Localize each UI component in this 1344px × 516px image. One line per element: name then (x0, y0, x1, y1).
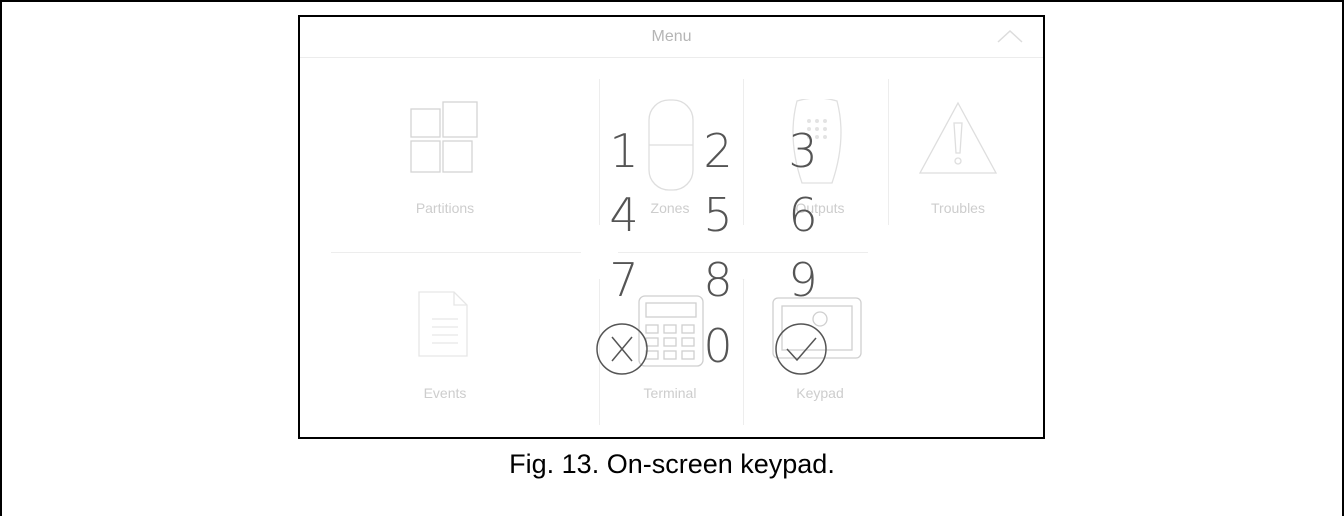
key-6[interactable]: 6 (783, 192, 823, 238)
chevron-up-icon[interactable] (995, 25, 1025, 49)
cancel-icon[interactable] (595, 322, 649, 376)
figure-caption: Fig. 13. On-screen keypad. (509, 449, 835, 479)
grid-divider (331, 252, 581, 253)
touchscreen-display: Menu Partitions Zones Outputs Troubles E… (298, 15, 1045, 439)
key-5[interactable]: 5 (698, 192, 738, 238)
tile-label-keypad: Keypad (796, 385, 844, 401)
events-icon (418, 291, 468, 357)
tile-label-terminal: Terminal (643, 385, 697, 401)
key-8[interactable]: 8 (698, 257, 738, 303)
key-2[interactable]: 2 (698, 128, 738, 174)
tile-label-troubles: Troubles (931, 200, 985, 216)
key-9[interactable]: 9 (783, 257, 823, 303)
tile-label-partitions: Partitions (415, 200, 475, 216)
troubles-icon (918, 101, 998, 174)
menu-title: Menu (651, 28, 692, 45)
key-4[interactable]: 4 (604, 192, 644, 238)
key-7[interactable]: 7 (604, 257, 644, 303)
confirm-icon[interactable] (774, 322, 828, 376)
grid-divider (599, 79, 600, 225)
key-3[interactable]: 3 (783, 128, 823, 174)
grid-divider (618, 252, 868, 253)
grid-divider (743, 79, 744, 225)
key-1[interactable]: 1 (604, 128, 644, 174)
key-0[interactable]: 0 (698, 323, 738, 369)
tile-label-events: Events (423, 385, 467, 401)
title-divider (300, 57, 1043, 58)
partitions-icon (410, 101, 478, 173)
grid-divider (743, 279, 744, 425)
zones-icon (648, 99, 694, 191)
grid-divider (888, 79, 889, 225)
